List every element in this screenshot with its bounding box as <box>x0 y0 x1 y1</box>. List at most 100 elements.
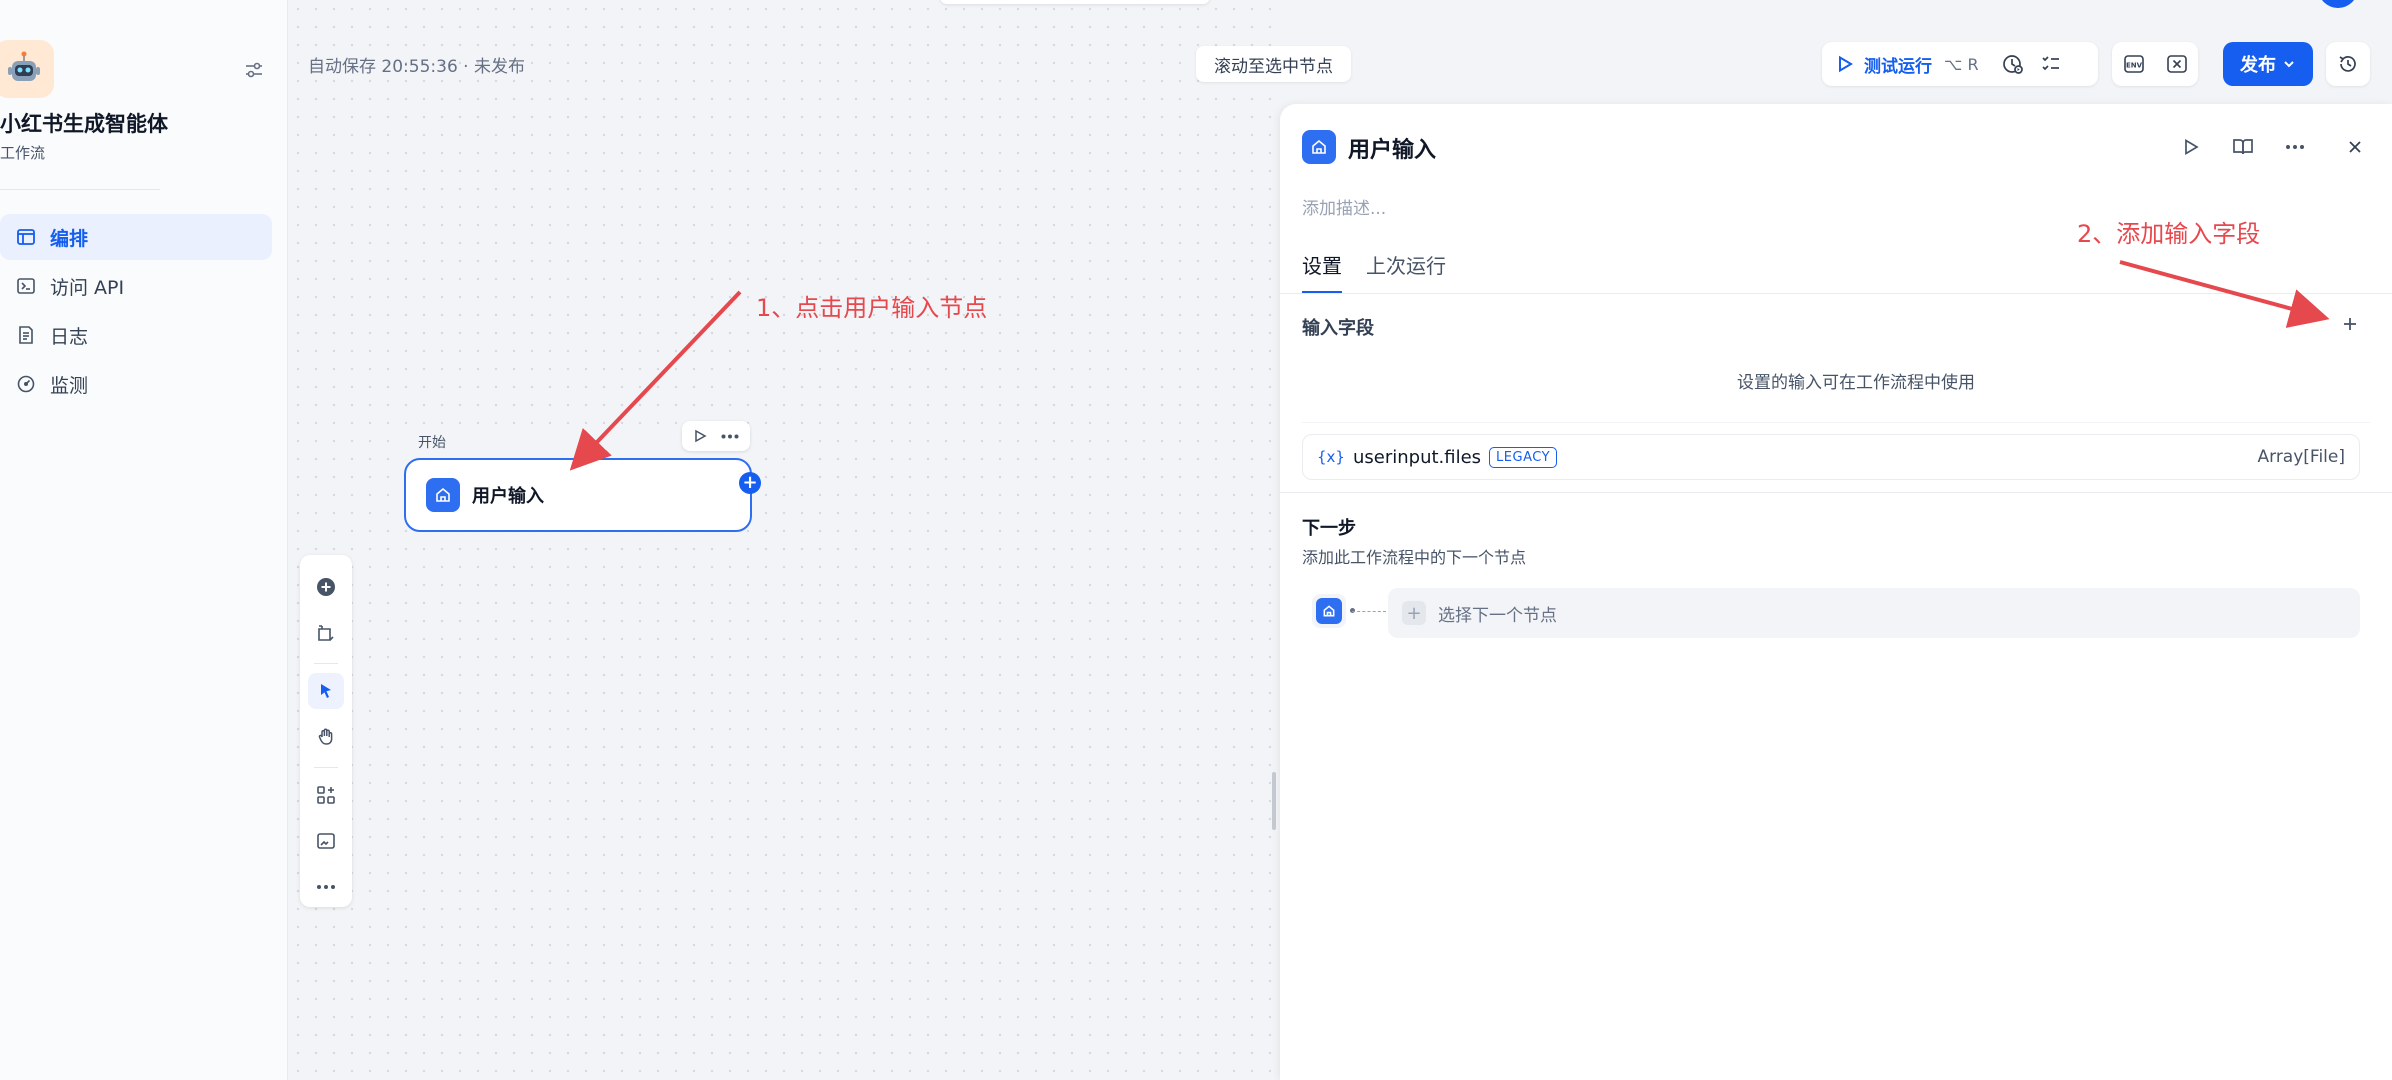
tabs-divider <box>1280 293 2392 294</box>
sidebar-item-logs[interactable]: 日志 <box>0 312 272 358</box>
sidebar-item-api[interactable]: 访问 API <box>0 263 272 309</box>
top-canvas-pill <box>940 0 1210 4</box>
cursor-icon <box>321 684 331 698</box>
run-node-button[interactable] <box>693 429 707 443</box>
canvas-toolbar <box>300 555 352 907</box>
history-icon <box>2339 56 2356 72</box>
hand-mode-button[interactable] <box>308 719 344 755</box>
play-icon <box>1839 55 1853 73</box>
home-icon <box>1302 130 1336 164</box>
sidebar-item-label: 访问 API <box>50 276 125 299</box>
close-panel-button[interactable] <box>2342 134 2368 160</box>
autosave-status: 自动保存 20:55:36 · 未发布 <box>308 57 525 77</box>
tab-last-run[interactable]: 上次运行 <box>1366 250 1446 294</box>
plus-circle-icon <box>317 578 335 596</box>
organize-blocks-button[interactable] <box>308 777 344 813</box>
home-icon <box>1316 598 1342 624</box>
node-actions <box>682 421 750 451</box>
current-node-icon <box>1312 594 1346 628</box>
grid-plus-icon <box>317 786 335 804</box>
sidebar-item-label: 编排 <box>50 227 89 250</box>
play-icon <box>695 429 707 443</box>
publish-button[interactable]: 发布 <box>2223 42 2313 86</box>
help-docs-button[interactable] <box>2230 134 2256 160</box>
sidebar-nav: 编排 访问 API 日志 监测 <box>0 214 272 410</box>
terminal-icon <box>16 276 36 296</box>
user-input-node[interactable]: 用户输入 <box>404 458 752 532</box>
add-node-button[interactable] <box>308 569 344 605</box>
sidebar-item-orchestrate[interactable]: 编排 <box>0 214 272 260</box>
select-next-node-button[interactable]: + 选择下一个节点 <box>1388 588 2360 638</box>
book-icon <box>2233 139 2253 155</box>
input-fields-hint: 设置的输入可在工作流程中使用 <box>1737 373 1975 393</box>
test-run-button[interactable]: 测试运行 ⌥ R <box>1822 42 2098 86</box>
play-icon <box>2185 139 2199 155</box>
add-note-button[interactable] <box>308 615 344 651</box>
workflow-canvas[interactable] <box>289 0 1279 1080</box>
checklist-icon <box>2042 56 2059 71</box>
robot-icon <box>8 51 40 81</box>
version-history-button[interactable] <box>2326 42 2370 86</box>
checklist-button[interactable] <box>2039 52 2063 76</box>
app-settings-button[interactable] <box>240 56 268 84</box>
user-avatar[interactable] <box>2318 0 2358 8</box>
panel-actions <box>2178 134 2308 160</box>
app-avatar <box>0 40 54 98</box>
annotation-step-2: 2、添加输入字段 <box>2077 220 2261 248</box>
panel-resize-handle[interactable] <box>1272 772 1276 830</box>
sidebar-item-label: 日志 <box>50 325 89 348</box>
conversation-variables-button[interactable] <box>2166 53 2188 75</box>
node-more-button[interactable] <box>721 434 739 439</box>
toolbar-divider <box>314 663 338 664</box>
sidebar-item-monitor[interactable]: 监测 <box>0 361 272 407</box>
select-next-label: 选择下一个节点 <box>1438 605 1557 626</box>
section-divider <box>1280 492 2392 493</box>
app-name: 小红书生成智能体 <box>0 112 168 136</box>
sidebar-divider <box>0 189 160 190</box>
scroll-to-node-button[interactable]: 滚动至选中节点 <box>1196 46 1351 82</box>
variable-icon: {x} <box>1317 448 1345 466</box>
chevron-down-icon <box>2284 61 2294 68</box>
publish-label: 发布 <box>2240 55 2276 76</box>
panel-more-button[interactable] <box>2282 134 2308 160</box>
app-type: 工作流 <box>0 144 46 162</box>
next-step-title: 下一步 <box>1302 518 1356 539</box>
log-icon <box>16 325 36 345</box>
layout-icon <box>16 227 36 247</box>
sidebar: 小红书生成智能体 工作流 编排 访问 API 日志 监测 <box>0 0 288 1080</box>
hand-icon <box>318 728 333 745</box>
node-config-panel: 用户输入 添加描述... 2、添加输入字段 设置 上次运行 输入字段 设置的输入… <box>1280 104 2392 1080</box>
sidebar-item-label: 监测 <box>50 374 89 397</box>
env-variables-button[interactable]: ENV <box>2123 53 2145 75</box>
annotation-step-1: 1、点击用户输入节点 <box>756 294 988 322</box>
plus-icon: + <box>1402 601 1426 625</box>
add-next-node-button[interactable]: + <box>739 472 761 494</box>
tab-settings[interactable]: 设置 <box>1302 250 1342 294</box>
plus-icon <box>2344 318 2356 330</box>
description-input[interactable]: 添加描述... <box>1302 194 1386 219</box>
more-tools-button[interactable] <box>308 869 344 905</box>
clock-play-icon <box>2002 55 2023 74</box>
minimap-icon <box>317 833 335 849</box>
home-icon <box>426 478 460 512</box>
run-history-button[interactable] <box>2001 52 2025 76</box>
next-step-row: + 选择下一个节点 <box>1312 584 2360 640</box>
more-dots-icon <box>317 885 335 889</box>
connector-line <box>1352 611 1386 612</box>
env-tools: ENV <box>2112 42 2198 86</box>
legacy-badge: LEGACY <box>1489 446 1558 468</box>
panel-tabs: 设置 上次运行 <box>1302 250 1446 294</box>
node-label: 用户输入 <box>472 486 544 507</box>
panel-title[interactable]: 用户输入 <box>1348 132 1436 164</box>
add-input-field-button[interactable] <box>2334 308 2366 340</box>
next-step-description: 添加此工作流程中的下一个节点 <box>1302 548 1527 567</box>
more-dots-icon <box>2286 145 2304 149</box>
test-run-label: 测试运行 <box>1864 56 1932 77</box>
hint-divider <box>1302 422 2370 423</box>
pointer-mode-button[interactable] <box>308 673 344 709</box>
run-step-button[interactable] <box>2178 134 2204 160</box>
sliders-icon <box>246 62 262 78</box>
toolbar-divider <box>314 767 338 768</box>
minimap-button[interactable] <box>308 823 344 859</box>
input-variable-row[interactable]: {x} userinput.files LEGACY Array[File] <box>1302 434 2360 480</box>
